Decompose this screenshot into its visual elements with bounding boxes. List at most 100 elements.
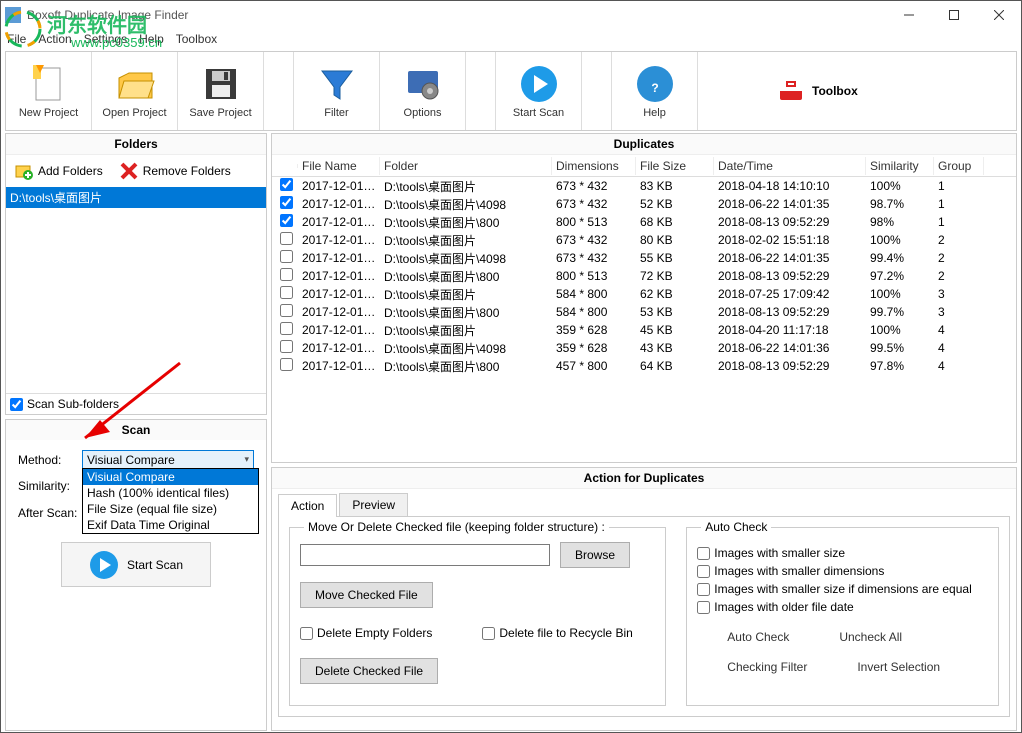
col-filesize[interactable]: File Size — [636, 157, 714, 175]
menu-toolbox[interactable]: Toolbox — [176, 32, 217, 46]
scan-panel: Scan Method: Visiual Compare ▾ Similarit… — [5, 419, 267, 731]
row-checkbox[interactable] — [280, 304, 293, 317]
menu-help[interactable]: Help — [139, 32, 164, 46]
row-checkbox[interactable] — [280, 250, 293, 263]
dropdown-option[interactable]: Visiual Compare — [83, 469, 258, 485]
toolbox-label[interactable]: Toolbox — [812, 84, 858, 98]
checking-filter-link[interactable]: Checking Filter — [727, 660, 807, 674]
close-button[interactable] — [976, 1, 1021, 29]
cell-folder: D:\tools\桌面图片 — [380, 232, 552, 249]
cell-filesize: 68 KB — [636, 215, 714, 229]
row-checkbox[interactable] — [280, 178, 293, 191]
table-row[interactable]: 2017-12-01_...D:\tools\桌面图片\4098359 * 62… — [272, 339, 1016, 357]
dropdown-option[interactable]: Hash (100% identical files) — [83, 485, 258, 501]
browse-button[interactable]: Browse — [560, 542, 630, 568]
cell-filename: 2017-12-01_... — [298, 197, 380, 211]
ac-smaller-size-checkbox[interactable] — [697, 547, 710, 560]
add-folders-button[interactable]: Add Folders — [14, 161, 103, 181]
delete-recycle-checkbox[interactable] — [482, 627, 495, 640]
method-select[interactable]: Visiual Compare ▾ — [82, 450, 254, 469]
row-checkbox[interactable] — [280, 286, 293, 299]
table-row[interactable]: 2017-12-01_...D:\tools\桌面图片\800800 * 513… — [272, 267, 1016, 285]
row-checkbox[interactable] — [280, 268, 293, 281]
auto-check-link[interactable]: Auto Check — [727, 630, 789, 644]
dropdown-option[interactable]: Exif Data Time Original — [83, 517, 258, 533]
scan-title: Scan — [6, 420, 266, 440]
table-row[interactable]: 2017-12-01_...D:\tools\桌面图片\800457 * 800… — [272, 357, 1016, 375]
row-checkbox[interactable] — [280, 214, 293, 227]
uncheck-all-link[interactable]: Uncheck All — [839, 630, 902, 644]
col-group[interactable]: Group — [934, 157, 984, 175]
menu-settings[interactable]: Settings — [84, 32, 127, 46]
row-checkbox[interactable] — [280, 358, 293, 371]
table-row[interactable]: 2017-12-01_...D:\tools\桌面图片\4098673 * 43… — [272, 249, 1016, 267]
move-checked-button[interactable]: Move Checked File — [300, 582, 433, 608]
table-row[interactable]: 2017-12-01_...D:\tools\桌面图片584 * 80062 K… — [272, 285, 1016, 303]
start-scan-big-button[interactable]: Start Scan — [61, 542, 211, 587]
row-checkbox[interactable] — [280, 196, 293, 209]
target-path-input[interactable] — [300, 544, 550, 566]
minimize-button[interactable] — [886, 1, 931, 29]
col-datetime[interactable]: Date/Time — [714, 157, 866, 175]
folder-list[interactable]: D:\tools\桌面图片 — [6, 187, 266, 393]
table-row[interactable]: 2017-12-01_...D:\tools\桌面图片673 * 43280 K… — [272, 231, 1016, 249]
filter-button[interactable]: Filter — [294, 52, 380, 130]
ac-smaller-dim-checkbox[interactable] — [697, 565, 710, 578]
play-icon — [89, 550, 119, 580]
toolbar-label: Filter — [324, 107, 348, 119]
save-project-button[interactable]: Save Project — [178, 52, 264, 130]
cell-group: 1 — [934, 179, 984, 193]
options-button[interactable]: Options — [380, 52, 466, 130]
table-row[interactable]: 2017-12-01_...D:\tools\桌面图片359 * 62845 K… — [272, 321, 1016, 339]
folder-selected-item[interactable]: D:\tools\桌面图片 — [6, 187, 266, 208]
menu-file[interactable]: File — [7, 32, 26, 46]
delete-checked-button[interactable]: Delete Checked File — [300, 658, 438, 684]
cell-similarity: 100% — [866, 233, 934, 247]
cell-datetime: 2018-06-22 14:01:35 — [714, 251, 866, 265]
cell-filename: 2017-12-01_... — [298, 269, 380, 283]
cell-folder: D:\tools\桌面图片\800 — [380, 268, 552, 285]
row-checkbox[interactable] — [280, 340, 293, 353]
table-row[interactable]: 2017-12-01_...D:\tools\桌面图片\4098673 * 43… — [272, 195, 1016, 213]
col-filename[interactable]: File Name — [298, 157, 380, 175]
dropdown-option[interactable]: File Size (equal file size) — [83, 501, 258, 517]
cell-filesize: 55 KB — [636, 251, 714, 265]
table-row[interactable]: 2017-12-01_...D:\tools\桌面图片673 * 43283 K… — [272, 177, 1016, 195]
col-folder[interactable]: Folder — [380, 157, 552, 175]
invert-selection-link[interactable]: Invert Selection — [857, 660, 940, 674]
toolbar-label: Save Project — [189, 107, 251, 119]
menu-action[interactable]: Action — [38, 32, 71, 46]
cell-datetime: 2018-07-25 17:09:42 — [714, 287, 866, 301]
maximize-button[interactable] — [931, 1, 976, 29]
ac-smaller-eq-checkbox[interactable] — [697, 583, 710, 596]
tab-preview[interactable]: Preview — [339, 493, 408, 516]
col-similarity[interactable]: Similarity — [866, 157, 934, 175]
cell-filesize: 53 KB — [636, 305, 714, 319]
col-dimensions[interactable]: Dimensions — [552, 157, 636, 175]
cell-folder: D:\tools\桌面图片\800 — [380, 358, 552, 375]
ac-older-date-checkbox[interactable] — [697, 601, 710, 614]
cell-similarity: 100% — [866, 287, 934, 301]
cell-datetime: 2018-02-02 15:51:18 — [714, 233, 866, 247]
cell-filename: 2017-12-01_... — [298, 215, 380, 229]
cell-datetime: 2018-08-13 09:52:29 — [714, 305, 866, 319]
new-project-button[interactable]: New Project — [6, 52, 92, 130]
row-checkbox[interactable] — [280, 322, 293, 335]
row-checkbox[interactable] — [280, 232, 293, 245]
scan-subfolders-checkbox[interactable] — [10, 398, 23, 411]
remove-folders-button[interactable]: Remove Folders — [119, 161, 231, 181]
table-row[interactable]: 2017-12-01_...D:\tools\桌面图片\800800 * 513… — [272, 213, 1016, 231]
start-scan-button[interactable]: Start Scan — [496, 52, 582, 130]
open-project-button[interactable]: Open Project — [92, 52, 178, 130]
cell-datetime: 2018-04-18 14:10:10 — [714, 179, 866, 193]
window-title: Boxoft Duplicate Image Finder — [27, 8, 886, 22]
cell-dimensions: 673 * 432 — [552, 179, 636, 193]
chevron-down-icon: ▾ — [244, 454, 249, 465]
method-dropdown[interactable]: Visiual Compare Hash (100% identical fil… — [82, 468, 259, 534]
delete-empty-checkbox[interactable] — [300, 627, 313, 640]
ac-label: Images with smaller dimensions — [714, 564, 884, 578]
table-row[interactable]: 2017-12-01_...D:\tools\桌面图片\800584 * 800… — [272, 303, 1016, 321]
tab-action[interactable]: Action — [278, 494, 337, 517]
help-button[interactable]: ? Help — [612, 52, 698, 130]
app-icon — [5, 7, 21, 23]
